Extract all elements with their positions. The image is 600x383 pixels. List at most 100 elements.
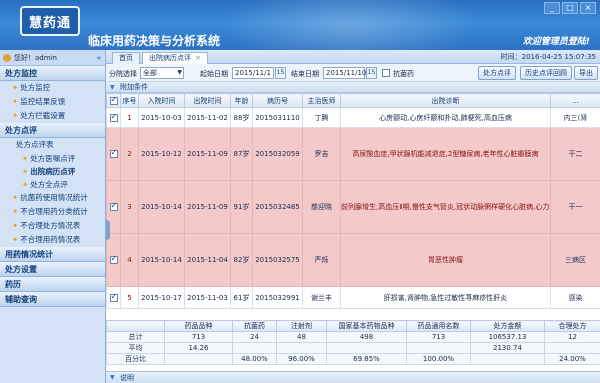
calendar-icon[interactable]: 15	[275, 67, 286, 79]
star-icon: ✦	[22, 167, 29, 176]
branch-select-value: 全部	[143, 69, 157, 77]
branch-select[interactable]: 全部 ▼	[140, 67, 184, 79]
summary-cell	[406, 342, 471, 354]
star-icon: ✦	[22, 180, 29, 189]
tab-home[interactable]: 首页	[112, 52, 140, 64]
nav-section-medication-history[interactable]: 药历	[0, 277, 105, 292]
antibiotic-label: 抗菌药	[393, 70, 414, 78]
sidebar-item-label: 出院病历点评	[30, 167, 76, 176]
select-all-header[interactable]	[106, 93, 121, 108]
summary-row: 百分比 48.00% 96.00% 69.85% 100.00% 24.00%	[106, 353, 600, 365]
star-icon: ✦	[22, 154, 29, 163]
cell-extra: 三病区	[550, 233, 600, 287]
row-checkbox[interactable]	[109, 292, 118, 302]
export-button[interactable]: 导出	[574, 66, 598, 80]
table-row[interactable]: 42015-10-142015-11-0482岁2015032575严烁胃恶性肿…	[106, 233, 600, 287]
sidebar-item-irrational-medication[interactable]: ✦ 不合理用药情况表	[0, 233, 105, 247]
summary-header	[106, 320, 165, 332]
end-date-input[interactable]: 2015/11/10	[323, 67, 366, 79]
table-row[interactable]: 32015-10-142015-11-0991岁2015032485慈迎晓前列腺…	[106, 180, 600, 234]
summary-panel: 药品品种 抗菌药 注射剂 国家基本药物品种 药品通用名数 处方金额 合理处方 总…	[106, 320, 600, 365]
nav-section-usage-stats[interactable]: 用药情况统计	[0, 247, 105, 262]
tab-bar: 首页 出院病历点评 × 时间：2016-04-25 15:07:35	[106, 50, 600, 64]
prescription-review-button[interactable]: 处方点评	[478, 66, 516, 80]
row-checkbox[interactable]	[109, 148, 118, 158]
sidebar-item-irrational-prescription[interactable]: ✦ 不合理处方情况表	[0, 219, 105, 233]
summary-cell: 106537.13	[470, 331, 545, 343]
header-decoration	[220, 0, 480, 50]
sidebar-item-full-review[interactable]: ✦ 处方全点评	[0, 178, 105, 191]
row-select-cell	[106, 233, 121, 287]
column-header[interactable]: 年龄	[230, 93, 253, 108]
summary-header: 药品品种	[164, 320, 233, 332]
current-time: 时间：2016-04-25 15:07:35	[500, 53, 596, 61]
row-checkbox[interactable]	[109, 254, 118, 264]
tab-discharge-review[interactable]: 出院病历点评 ×	[142, 52, 208, 64]
summary-cell: 100.00%	[406, 353, 471, 365]
calendar-icon[interactable]: 15	[366, 67, 377, 79]
start-date-input[interactable]: 2015/11/1	[232, 67, 274, 79]
summary-row: 平均 14.26 2130.74	[106, 342, 600, 354]
sidebar-item-prescription-monitor[interactable]: ✦ 处方监控	[0, 81, 105, 95]
minimize-button[interactable]: _	[544, 2, 560, 14]
summary-header: 合理处方	[544, 320, 600, 332]
nav-section-prescription-settings[interactable]: 处方设置	[0, 262, 105, 277]
summary-cell: 24.00%	[544, 353, 600, 365]
star-icon: ✦	[12, 207, 19, 216]
summary-cell: 24	[232, 331, 277, 343]
close-button[interactable]: ×	[580, 2, 596, 14]
cell-age: 88岁	[230, 107, 253, 128]
close-tab-icon[interactable]: ×	[195, 54, 201, 62]
column-header[interactable]: 主治医师	[302, 93, 341, 108]
cell-doctor: 丁腾	[302, 107, 341, 128]
cell-admit: 2015-10-03	[138, 107, 185, 128]
collapse-sidebar-icon[interactable]: «	[96, 54, 101, 62]
column-header[interactable]: 出院时间	[184, 93, 231, 108]
column-header[interactable]: 出院诊断	[340, 93, 551, 108]
star-icon: ✦	[12, 111, 19, 120]
sidebar-item-irrational-category-stats[interactable]: ✦ 不合理用药分类统计	[0, 205, 105, 219]
sidebar-item-order-review[interactable]: ✦ 处方医嘱点评	[0, 152, 105, 165]
table-row[interactable]: 52015-10-172015-11-0361岁2015032991谢兰丰肝损害…	[106, 286, 600, 309]
summary-cell	[276, 342, 327, 354]
nav-section-assist-query[interactable]: 辅助查询	[0, 292, 105, 307]
select-all-checkbox[interactable]	[109, 95, 118, 105]
sidebar-item-discharge-review[interactable]: ✦ 出院病历点评	[0, 165, 105, 178]
sidebar-resize-handle[interactable]	[106, 220, 110, 240]
sidebar-item-monitor-feedback[interactable]: ✦ 监控结果反馈	[0, 95, 105, 109]
row-checkbox[interactable]	[109, 201, 118, 211]
nav-section-prescription-review[interactable]: 处方点评	[0, 123, 105, 138]
summary-cell	[164, 353, 233, 365]
antibiotic-checkbox[interactable]	[382, 69, 390, 77]
nav-section-prescription-monitor[interactable]: 处方监控	[0, 66, 105, 81]
summary-cell: 69.85%	[326, 353, 407, 365]
table-row[interactable]: 12015-10-032015-11-0288岁2015031110丁腾心房颤动…	[106, 107, 600, 128]
sidebar-item-label: 监控结果反馈	[20, 97, 66, 106]
history-review-button[interactable]: 历史点评回顾	[520, 66, 572, 80]
end-date-label: 结束日期	[291, 70, 319, 78]
sidebar-item-review-table[interactable]: 处方点评表	[0, 138, 105, 152]
row-checkbox[interactable]	[109, 112, 118, 122]
sidebar-item-antibiotic-stats[interactable]: ✦ 抗菌药使用情况统计	[0, 191, 105, 205]
summary-cell: 12	[544, 331, 600, 343]
column-header[interactable]: 入院时间	[138, 93, 185, 108]
cell-discharge: 2015-11-02	[184, 107, 231, 128]
start-date-label: 起始日期	[200, 70, 228, 78]
summary-cell: 14.26	[164, 342, 233, 354]
column-header[interactable]: ...	[550, 93, 600, 108]
table-row[interactable]: 22015-10-122015-11-0987岁2015032059罗吉高尿酸血…	[106, 127, 600, 181]
extra-conditions-bar[interactable]: ▼ 附加条件	[106, 82, 600, 93]
summary-cell: 总计	[106, 331, 165, 343]
sidebar-item-intercept-settings[interactable]: ✦ 处方拦截设置	[0, 109, 105, 123]
sidebar-item-label: 处方全点评	[30, 180, 68, 189]
notes-bar[interactable]: ▼ 说明	[106, 371, 600, 383]
summary-cell: 48.00%	[232, 353, 277, 365]
summary-cell: 2130.74	[470, 342, 545, 354]
column-header[interactable]: 序号	[120, 93, 139, 108]
cell-age: 91岁	[230, 180, 253, 234]
column-header[interactable]: 病历号	[252, 93, 303, 108]
cell-record: 2015032485	[252, 180, 303, 234]
maximize-button[interactable]: □	[562, 2, 578, 14]
star-icon: ✦	[12, 83, 19, 92]
summary-header: 抗菌药	[232, 320, 277, 332]
